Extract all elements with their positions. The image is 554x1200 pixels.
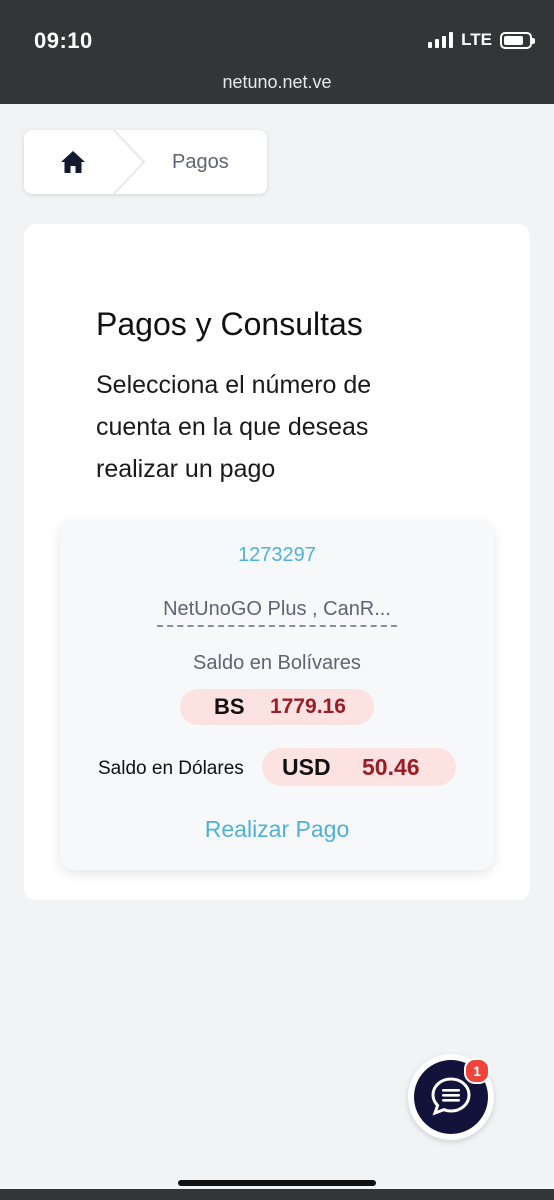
usd-amount: 50.46 — [362, 754, 420, 780]
chat-button[interactable]: 1 — [408, 1054, 494, 1140]
usd-balance-label: Saldo en Dólares — [98, 758, 244, 779]
notification-badge: 1 — [464, 1058, 490, 1084]
account-number[interactable]: 1273297 — [60, 544, 494, 567]
usd-currency: USD — [282, 754, 331, 780]
battery-icon — [500, 31, 535, 49]
page-subtitle: Selecciona el número de cuenta en la que… — [96, 371, 372, 483]
bs-amount: 1779.16 — [270, 695, 346, 718]
url-bar[interactable]: netuno.net.ve — [0, 72, 554, 93]
usd-balance-pill: USD 50.46 — [262, 748, 456, 786]
chat-icon — [431, 1077, 471, 1116]
bs-currency: BS — [214, 694, 245, 719]
home-icon[interactable] — [60, 150, 86, 174]
account-card[interactable]: 1273297 NetUnoGO Plus , CanR... Saldo en… — [60, 520, 494, 870]
home-indicator[interactable] — [178, 1180, 376, 1186]
status-time: 09:10 — [34, 28, 93, 53]
payments-panel: Pagos y Consultas Selecciona el número d… — [24, 224, 530, 900]
network-type: LTE — [461, 30, 492, 49]
account-plan[interactable]: NetUnoGO Plus , CanR... — [157, 598, 397, 627]
breadcrumb-separator — [112, 130, 146, 194]
bs-balance-label: Saldo en Bolívares — [193, 652, 361, 674]
bottom-bar — [0, 1189, 554, 1200]
signal-icon — [428, 32, 454, 48]
status-bar: 09:10 LTE netuno.net.ve — [0, 0, 554, 104]
status-indicators: LTE — [428, 30, 535, 50]
breadcrumb: Pagos — [24, 130, 267, 194]
page-title: Pagos y Consultas — [96, 306, 363, 342]
breadcrumb-current: Pagos — [172, 151, 229, 173]
bs-balance-pill: BS 1779.16 — [180, 689, 374, 725]
make-payment-button[interactable]: Realizar Pago — [60, 816, 494, 843]
